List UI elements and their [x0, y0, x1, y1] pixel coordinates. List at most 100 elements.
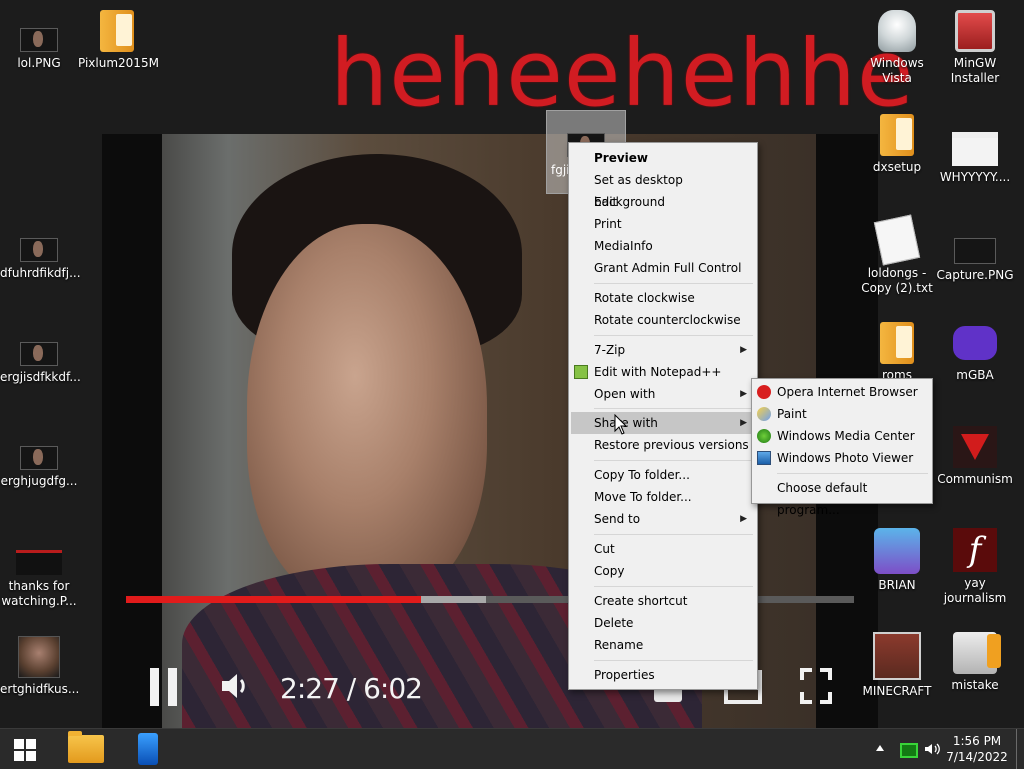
menu-item-copy[interactable]: Copy — [571, 560, 755, 582]
desktop-icon-roms[interactable]: roms — [858, 322, 936, 383]
network-icon[interactable] — [900, 743, 918, 758]
volume-tray-icon[interactable] — [924, 741, 940, 757]
submenu-item-choose-default[interactable]: Choose default program... — [754, 477, 930, 517]
desktop-icon-dxsetup[interactable]: dxsetup — [858, 114, 936, 175]
menu-item-label: Windows Media Center — [777, 429, 915, 443]
menu-item-label: Opera Internet Browser — [777, 385, 918, 399]
image-file-icon — [20, 446, 58, 470]
text-file-icon — [873, 214, 921, 266]
menu-item-label: Create shortcut — [594, 594, 688, 608]
desktop-icon-ertghidfkus[interactable]: ertghidfkus... — [0, 636, 79, 697]
desktop-icon-communism[interactable]: Communism — [936, 426, 1014, 487]
desktop-icon-lol-png[interactable]: lol.PNG — [0, 28, 78, 71]
taskbar-clock[interactable]: 1:56 PM 7/14/2022 — [944, 733, 1010, 765]
menu-item-label: Restore previous versions — [594, 438, 749, 452]
icon-label: dxsetup — [872, 160, 922, 174]
installer-icon — [955, 10, 995, 52]
desktop-icon-loldongs-txt[interactable]: loldongs - Copy (2).txt — [858, 214, 936, 296]
folder-icon — [880, 114, 914, 156]
icon-label: thanks for watching.P... — [1, 579, 77, 608]
file-explorer-taskbar-icon[interactable] — [68, 731, 104, 763]
desktop-icon-dfuhrdfikdfj[interactable]: dfuhrdfikdfj... — [0, 238, 81, 281]
gameboy-icon — [953, 326, 997, 360]
menu-item-edit[interactable]: Edit — [571, 191, 755, 213]
menu-item-send-to[interactable]: Send to ▶ — [571, 508, 755, 530]
menu-item-preview[interactable]: Preview — [571, 147, 755, 169]
menu-item-delete[interactable]: Delete — [571, 612, 755, 634]
menu-item-restore-previous[interactable]: Restore previous versions — [571, 434, 755, 456]
icon-label: mistake — [951, 678, 999, 692]
menu-item-label: Rename — [594, 638, 644, 652]
submenu-arrow-icon: ▶ — [740, 389, 747, 399]
menu-item-share-with[interactable]: Share with ▶ — [571, 412, 755, 434]
video-progress-fill — [126, 596, 421, 603]
desktop-icon-brian[interactable]: BRIAN — [858, 528, 936, 593]
desktop-icon-windows-vista[interactable]: Windows Vista — [858, 10, 936, 86]
image-file-icon — [20, 238, 58, 262]
menu-item-copy-to-folder[interactable]: Copy To folder... — [571, 464, 755, 486]
show-desktop-button[interactable] — [1016, 729, 1017, 769]
desktop-icon-mgba[interactable]: mGBA — [936, 322, 1014, 383]
submenu-item-media-center[interactable]: Windows Media Center — [754, 425, 930, 447]
menu-item-set-desktop-background[interactable]: Set as desktop background — [571, 169, 755, 209]
menu-item-rotate-counterclockwise[interactable]: Rotate counterclockwise — [571, 309, 755, 331]
submenu-item-photo-viewer[interactable]: Windows Photo Viewer — [754, 447, 930, 469]
desktop-icon-thanks-for-watching[interactable]: thanks for watching.P... — [0, 550, 78, 609]
menu-item-label: Preview — [594, 151, 649, 165]
desktop-icon-ergjisdfkkdf[interactable]: ergjisdfkkdf... — [0, 342, 81, 385]
icon-label: MINECRAFT — [862, 684, 932, 698]
submenu-arrow-icon: ▶ — [740, 345, 747, 355]
menu-item-print[interactable]: Print — [571, 213, 755, 235]
context-menu: Preview Set as desktop background Edit P… — [568, 142, 758, 690]
icon-label: loldongs - Copy (2).txt — [861, 266, 933, 295]
clock-date: 7/14/2022 — [946, 750, 1008, 764]
icon-label: mGBA — [956, 368, 994, 382]
desktop-icon-erghjugdfg[interactable]: erghjugdfg... — [0, 446, 78, 489]
fullscreen-icon — [800, 668, 832, 704]
submenu-item-opera[interactable]: Opera Internet Browser — [754, 381, 930, 403]
menu-item-cut[interactable]: Cut — [571, 538, 755, 560]
icon-label: WHYYYYY.... — [939, 170, 1011, 184]
icon-label: fgji — [551, 163, 570, 177]
desktop-icon-capture-png[interactable]: Capture.PNG — [936, 238, 1014, 283]
icon-label: Capture.PNG — [936, 268, 1014, 282]
menu-item-mediainfo[interactable]: MediaInfo — [571, 235, 755, 257]
show-hidden-icons-icon[interactable] — [876, 745, 884, 751]
pause-icon — [150, 668, 180, 706]
menu-item-label: Paint — [777, 407, 807, 421]
submenu-arrow-icon: ▶ — [740, 514, 747, 524]
desktop-icon-pixlum[interactable]: Pixlum2015M — [78, 10, 159, 71]
video-person-face — [247, 224, 487, 604]
icon-label: yay journalism — [943, 576, 1007, 605]
menu-item-create-shortcut[interactable]: Create shortcut — [571, 590, 755, 612]
app-taskbar-icon[interactable] — [138, 733, 158, 765]
start-button[interactable] — [14, 739, 36, 761]
icon-label: dfuhrdfikdfj... — [0, 266, 81, 280]
notepadpp-icon — [574, 365, 588, 379]
menu-item-label: Copy To folder... — [594, 468, 690, 482]
menu-item-label: Move To folder... — [594, 490, 692, 504]
desktop-icon-minecraft[interactable]: MINECRAFT — [858, 632, 936, 699]
menu-item-rotate-clockwise[interactable]: Rotate clockwise — [571, 287, 755, 309]
menu-separator — [594, 660, 753, 661]
menu-item-rename[interactable]: Rename — [571, 634, 755, 656]
menu-item-label: Edit — [594, 195, 618, 209]
desktop-icon-mingw-installer[interactable]: MinGW Installer — [936, 10, 1014, 86]
image-file-icon — [954, 238, 996, 264]
icon-label: erghjugdfg... — [0, 474, 78, 488]
photo-viewer-icon — [757, 451, 771, 465]
menu-item-open-with[interactable]: Open with ▶ — [571, 383, 755, 405]
desktop-icon-mistake[interactable]: mistake — [936, 632, 1014, 693]
folder-icon — [100, 10, 134, 52]
menu-item-grant-admin[interactable]: Grant Admin Full Control — [571, 257, 755, 279]
menu-item-edit-notepadpp[interactable]: Edit with Notepad++ — [571, 361, 755, 383]
desktop-icon-whyyyyy[interactable]: WHYYYYY.... — [936, 128, 1014, 185]
menu-item-move-to-folder[interactable]: Move To folder... — [571, 486, 755, 508]
submenu-item-paint[interactable]: Paint — [754, 403, 930, 425]
video-time: 2:27 / 6:02 — [280, 672, 423, 705]
desktop-icon-yay-journalism[interactable]: f yay journalism — [936, 528, 1014, 606]
menu-item-properties[interactable]: Properties — [571, 664, 755, 686]
icon-label: Communism — [937, 472, 1013, 486]
image-file-icon — [20, 28, 58, 52]
menu-item-7zip[interactable]: 7-Zip ▶ — [571, 339, 755, 361]
